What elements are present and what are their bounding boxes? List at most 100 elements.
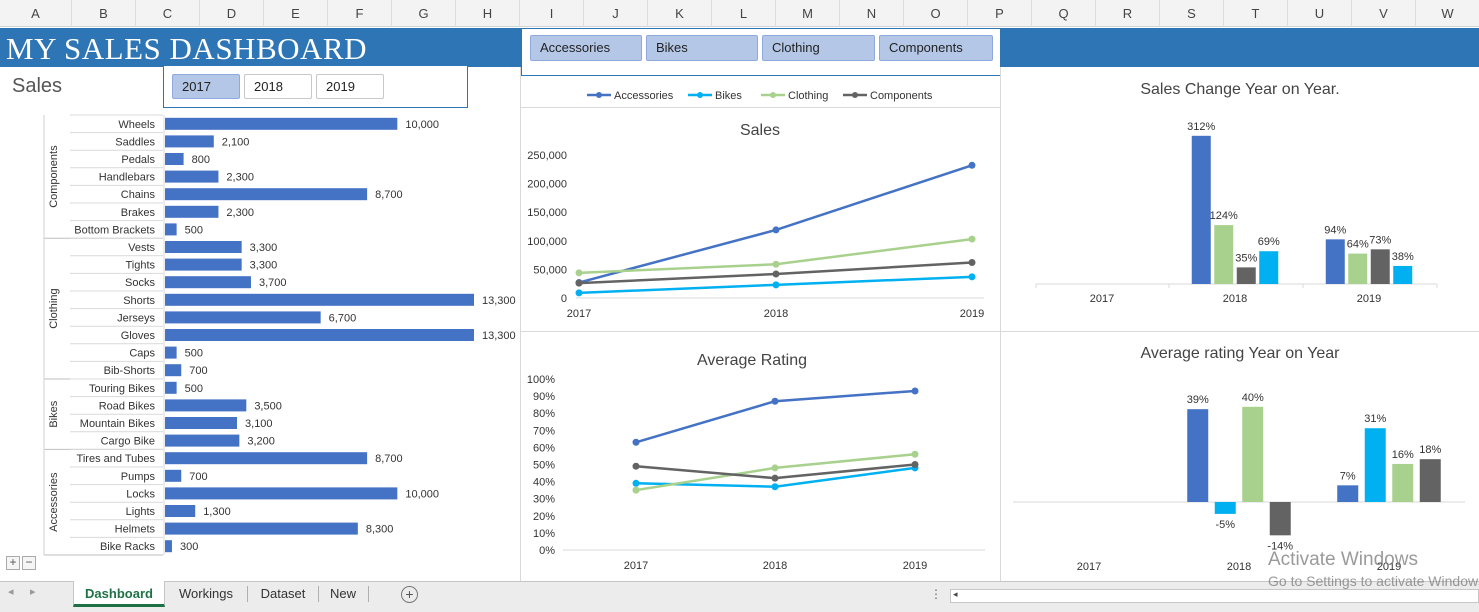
series-point — [772, 270, 780, 278]
add-sheet-icon[interactable]: + — [401, 586, 418, 603]
bar-value-label: 6,700 — [329, 312, 357, 324]
column-header-i[interactable]: I — [520, 0, 584, 27]
sales-bar — [165, 364, 182, 377]
bar-category-label: Wheels — [118, 119, 155, 131]
column-header-n[interactable]: N — [840, 0, 904, 27]
year-2017-button[interactable]: 2017 — [172, 74, 240, 99]
column-header-g[interactable]: G — [392, 0, 456, 27]
column-header-w[interactable]: W — [1416, 0, 1479, 27]
series-point — [968, 273, 976, 281]
bar-value-label: 10,000 — [405, 119, 439, 131]
slicer-bikes-button[interactable]: Bikes — [646, 35, 758, 61]
tab-workings[interactable]: Workings — [167, 581, 245, 607]
bar-category-label: Gloves — [121, 330, 156, 342]
tab-nav-left-icon[interactable]: ◂ — [8, 585, 14, 598]
y-tick-label: 50,000 — [533, 264, 567, 276]
tab-dashboard[interactable]: Dashboard — [73, 581, 165, 607]
chart-title: Average Rating — [697, 352, 807, 369]
tab-dataset[interactable]: Dataset — [249, 581, 317, 607]
expand-outline-button[interactable]: + — [6, 556, 20, 570]
series-point — [575, 279, 583, 287]
sales-bar — [165, 258, 242, 271]
column-header-h[interactable]: H — [456, 0, 520, 27]
x-tick-label: 2018 — [764, 308, 788, 320]
bar-data-label: 38% — [1392, 251, 1414, 263]
column-header-o[interactable]: O — [904, 0, 968, 27]
more-options-icon[interactable]: ⋮ — [930, 587, 942, 601]
change-bar — [1393, 265, 1413, 284]
column-header-q[interactable]: Q — [1032, 0, 1096, 27]
column-header-c[interactable]: C — [136, 0, 200, 27]
column-header-b[interactable]: B — [72, 0, 136, 27]
column-header-e[interactable]: E — [264, 0, 328, 27]
tab-new[interactable]: New — [320, 581, 366, 607]
horizontal-scrollbar[interactable] — [950, 589, 1479, 603]
sales-bar — [165, 135, 214, 148]
slicer-components-button[interactable]: Components — [879, 35, 993, 61]
year-2018-button[interactable]: 2018 — [244, 74, 312, 99]
bar-value-label: 3,200 — [247, 436, 275, 448]
series-point — [911, 387, 919, 395]
group-label: Bikes — [48, 400, 60, 427]
bar-category-label: Road Bikes — [99, 400, 156, 412]
sales-bar — [165, 522, 358, 535]
column-header-k[interactable]: K — [648, 0, 712, 27]
column-header-s[interactable]: S — [1160, 0, 1224, 27]
bar-value-label: 3,500 — [254, 400, 282, 412]
series-point — [772, 260, 780, 268]
tab-nav-right-icon[interactable]: ▸ — [30, 585, 36, 598]
x-tick-label: 2017 — [624, 560, 648, 572]
x-tick-label: 2017 — [567, 308, 591, 320]
bar-category-label: Shorts — [123, 295, 155, 307]
bar-category-label: Brakes — [121, 207, 156, 219]
sales-bar — [165, 487, 398, 500]
column-header-f[interactable]: F — [328, 0, 392, 27]
change-bar — [1269, 502, 1291, 536]
bar-value-label: 13,300 — [482, 295, 516, 307]
tab-separator — [318, 586, 319, 602]
series-point — [968, 161, 976, 169]
group-label: Accessories — [48, 472, 60, 532]
column-header-row: ABCDEFGHIJKLMNOPQRSTUVW — [0, 0, 1479, 27]
x-tick-label: 2019 — [960, 308, 984, 320]
bar-category-label: Tires and Tubes — [77, 453, 156, 465]
sales-bar — [165, 505, 196, 517]
collapse-outline-button[interactable]: − — [22, 556, 36, 570]
y-tick-label: 80% — [533, 408, 555, 420]
bar-value-label: 8,700 — [375, 453, 403, 465]
column-header-u[interactable]: U — [1288, 0, 1352, 27]
slicer-clothing-button[interactable]: Clothing — [762, 35, 875, 61]
series-point — [632, 462, 640, 470]
bar-value-label: 3,300 — [250, 260, 278, 272]
sales-bar — [165, 417, 238, 429]
sales-bar — [165, 117, 398, 130]
column-header-v[interactable]: V — [1352, 0, 1416, 27]
column-header-a[interactable]: A — [0, 0, 72, 27]
group-label: Components — [48, 145, 60, 208]
column-header-l[interactable]: L — [712, 0, 776, 27]
slicer-accessories-button[interactable]: Accessories — [530, 35, 642, 61]
column-header-j[interactable]: J — [584, 0, 648, 27]
bar-data-label: 69% — [1258, 236, 1280, 248]
legend-marker — [697, 92, 703, 98]
column-header-t[interactable]: T — [1224, 0, 1288, 27]
y-tick-label: 90% — [533, 391, 555, 403]
year-2019-button[interactable]: 2019 — [316, 74, 384, 99]
change-bar — [1259, 251, 1279, 284]
y-tick-label: 200,000 — [527, 179, 567, 191]
bar-category-label: Lights — [126, 506, 156, 518]
legend-label: Bikes — [715, 90, 742, 102]
series-point — [772, 226, 780, 234]
y-tick-label: 100% — [527, 374, 555, 386]
sales-bar — [165, 170, 219, 183]
column-header-m[interactable]: M — [776, 0, 840, 27]
scroll-left-icon[interactable]: ◂ — [953, 589, 958, 600]
column-header-r[interactable]: R — [1096, 0, 1160, 27]
y-tick-label: 60% — [533, 442, 555, 454]
tab-separator — [247, 586, 248, 602]
column-header-p[interactable]: P — [968, 0, 1032, 27]
bar-value-label: 800 — [192, 154, 210, 166]
change-bar — [1214, 225, 1234, 284]
column-header-d[interactable]: D — [200, 0, 264, 27]
change-bar — [1370, 249, 1390, 284]
